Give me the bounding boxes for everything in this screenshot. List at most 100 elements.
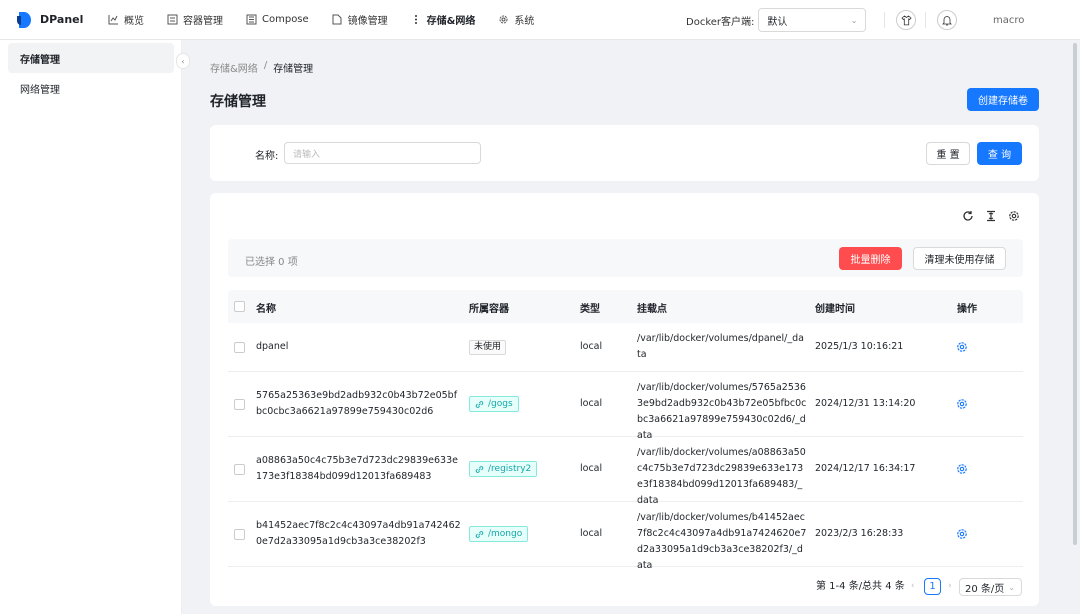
nav-overview-label: 概览 — [124, 16, 144, 27]
theme-button[interactable] — [896, 10, 916, 30]
container-link-tag[interactable]: /gogs — [469, 396, 519, 412]
link-icon — [475, 530, 484, 538]
breadcrumb-separator: / — [263, 60, 268, 71]
user-menu[interactable]: macro — [993, 0, 1024, 40]
table-row[interactable]: a08863a50c4c75b3e7d723dc29839e633e173e3f… — [228, 437, 1023, 506]
chevron-down-icon: ⌄ — [1008, 582, 1015, 592]
gear-icon — [497, 14, 509, 26]
nav-images-label: 镜像管理 — [347, 16, 388, 27]
table-header: 名称 所属容器 类型 挂载点 创建时间 操作 — [228, 290, 1023, 323]
column-header: 挂载点 — [637, 304, 667, 315]
row-checkbox[interactable] — [234, 529, 245, 540]
container-link-label: /registry2 — [488, 464, 532, 474]
select-all-checkbox[interactable] — [234, 301, 245, 312]
page-button-current[interactable]: 1 — [924, 578, 941, 595]
search-panel: 名称: 请输入 重 置 查 询 — [210, 125, 1039, 181]
nav-containers-label: 容器管理 — [183, 16, 223, 27]
container-link-tag[interactable]: /mongo — [469, 526, 529, 542]
table-row[interactable]: 5765a25363e9bd2adb932c0b43b72e05bfbc0cbc… — [228, 372, 1023, 441]
sidebar-item-network[interactable]: 网络管理 — [8, 73, 174, 103]
nav-storage-network-label: 存储&网络 — [426, 16, 476, 27]
page-size-select[interactable]: 20 条/页 ⌄ — [959, 578, 1022, 596]
page-title: 存储管理 — [210, 94, 266, 110]
settings-icon[interactable] — [1007, 209, 1021, 223]
top-bar: DPanel 概览 容器管理 Compose 镜像管理 存储&网络 系统 Doc… — [0, 0, 1080, 40]
container-link-label: /gogs — [488, 399, 513, 409]
divider — [925, 12, 926, 28]
page-size-value: 20 条/页 — [965, 583, 1005, 595]
mountpoint: /var/lib/docker/volumes/a08863a50c4c75b3… — [637, 447, 806, 506]
row-checkbox[interactable] — [234, 464, 245, 475]
nav-compose-label: Compose — [262, 14, 309, 25]
container-cell: /registry2 — [469, 461, 538, 480]
volume-name: 5765a25363e9bd2adb932c0b43b72e05bfbc0cbc… — [256, 390, 458, 417]
batch-delete-button[interactable]: 批量删除 — [839, 247, 902, 270]
query-button[interactable]: 查 询 — [977, 142, 1022, 165]
username: macro — [993, 14, 1025, 26]
docker-client-select[interactable]: 默认 ⌄ — [758, 8, 867, 32]
created-time: 2024/12/31 13:14:20 — [815, 398, 916, 409]
pagination-summary: 第 1-4 条/总共 4 条 — [816, 577, 905, 592]
nav-compose[interactable]: Compose — [234, 0, 320, 40]
row-checkbox[interactable] — [234, 399, 245, 410]
link-icon — [475, 465, 484, 473]
row-checkbox[interactable] — [234, 342, 245, 353]
nav-storage-network[interactable]: 存储&网络 — [399, 0, 487, 40]
container-link-tag[interactable]: /registry2 — [469, 461, 538, 477]
next-page-icon[interactable]: › — [948, 581, 952, 591]
divider — [884, 12, 885, 28]
column-header: 创建时间 — [815, 304, 855, 315]
created-time: 2023/2/3 16:28:33 — [815, 528, 904, 539]
breadcrumb-parent[interactable]: 存储&网络 — [210, 60, 258, 75]
column-height-icon[interactable] — [984, 209, 998, 223]
table-row[interactable]: b41452aec7f8c2c4c43097a4db91a7424620e7d2… — [228, 502, 1023, 571]
file-icon — [331, 14, 343, 26]
prev-page-icon[interactable]: ‹ — [911, 581, 915, 591]
settings-icon[interactable] — [956, 398, 968, 410]
volume-name: dpanel — [256, 341, 289, 352]
nav-system-label: 系统 — [514, 16, 535, 27]
sidebar-item-label: 存储管理 — [20, 54, 60, 66]
reset-button[interactable]: 重 置 — [926, 142, 970, 165]
notification-button[interactable] — [937, 10, 957, 30]
sidebar-item-storage[interactable]: 存储管理 — [8, 43, 174, 73]
link-icon — [475, 400, 484, 408]
create-volume-button[interactable]: 创建存储卷 — [967, 88, 1039, 111]
volume-name: b41452aec7f8c2c4c43097a4db91a7424620e7d2… — [256, 520, 461, 547]
volume-table-panel: 已选择 0 项 批量删除 清理未使用存储 名称 所属容器 类型 挂载点 创建时间… — [210, 193, 1039, 606]
dots-icon — [410, 14, 422, 26]
logo[interactable]: DPanel — [16, 11, 88, 29]
volume-type: local — [580, 463, 603, 474]
settings-icon[interactable] — [956, 528, 968, 540]
docker-client-selector: Docker客户端: 默认 ⌄ — [686, 0, 867, 40]
selection-bar: 已选择 0 项 批量删除 清理未使用存储 — [228, 239, 1023, 277]
sidebar: 存储管理 网络管理 — [0, 40, 182, 614]
nav-system[interactable]: 系统 — [486, 0, 545, 40]
docker-client-label: Docker客户端: — [686, 16, 755, 28]
name-filter-placeholder: 请输入 — [293, 149, 321, 160]
column-header: 名称 — [256, 304, 276, 315]
page-scrollbar[interactable] — [1073, 43, 1077, 545]
shirt-icon — [900, 14, 912, 25]
nav-overview[interactable]: 概览 — [96, 0, 155, 40]
chevron-left-icon: ‹ — [181, 56, 185, 66]
container-cell: /gogs — [469, 396, 519, 415]
volume-type: local — [580, 341, 603, 352]
created-time: 2024/12/17 16:34:17 — [815, 463, 916, 474]
name-filter-input[interactable]: 请输入 — [284, 142, 481, 164]
prune-unused-button[interactable]: 清理未使用存储 — [913, 247, 1006, 270]
unused-tag: 未使用 — [469, 340, 507, 355]
settings-icon[interactable] — [956, 341, 968, 353]
table-row[interactable]: dpanel 未使用 local /var/lib/docker/volumes… — [228, 323, 1023, 372]
volume-name: a08863a50c4c75b3e7d723dc29839e633e173e3f… — [256, 455, 458, 482]
nav-containers[interactable]: 容器管理 — [155, 0, 234, 40]
refresh-icon[interactable] — [961, 209, 975, 223]
pagination-total: 第 1-4 条/总共 4 条 — [816, 581, 905, 592]
nav-images[interactable]: 镜像管理 — [320, 0, 399, 40]
sidebar-collapse-button[interactable]: ‹ — [176, 53, 190, 69]
settings-icon[interactable] — [956, 463, 968, 475]
mountpoint: /var/lib/docker/volumes/b41452aec7f8c2c4… — [637, 512, 807, 571]
container-icon — [166, 14, 178, 26]
container-cell: /mongo — [469, 526, 529, 545]
dpanel-logo-icon — [17, 11, 31, 28]
